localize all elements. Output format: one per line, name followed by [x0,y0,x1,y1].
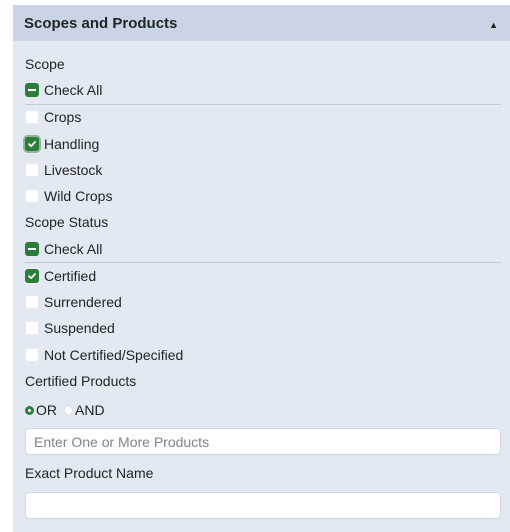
checked-checkbox-icon[interactable] [25,269,39,283]
scope-option-handling[interactable]: Handling [25,135,99,153]
check-all-label: Check All [44,241,103,257]
status-option-not-certified[interactable]: Not Certified/Specified [25,346,183,364]
checkbox[interactable] [25,295,39,309]
exact-product-name-label: Exact Product Name [25,465,154,481]
option-label: Not Certified/Specified [44,347,184,363]
status-option-surrendered[interactable]: Surrendered [25,293,122,311]
checked-checkbox-icon[interactable] [25,137,39,151]
panel-title: Scopes and Products [24,14,178,32]
checkbox[interactable] [25,189,39,203]
scope-status-check-all[interactable]: Check All [25,240,102,258]
certified-products-label: Certified Products [25,373,137,389]
indeterminate-checkbox-icon[interactable] [25,242,39,256]
check-all-label: Check All [44,82,103,98]
status-option-suspended[interactable]: Suspended [25,319,115,337]
radio-and[interactable] [64,405,73,415]
scope-option-livestock[interactable]: Livestock [25,161,102,179]
exact-product-name-input[interactable] [25,492,501,519]
match-mode-radio-group: OR AND [25,401,105,419]
products-input[interactable] [25,428,501,455]
radio-or-label[interactable]: OR [36,401,57,419]
scope-option-wild-crops[interactable]: Wild Crops [25,187,112,205]
scope-status-label: Scope Status [25,214,109,230]
indeterminate-checkbox-icon[interactable] [25,83,39,97]
option-label: Livestock [44,162,103,178]
scopes-products-panel: Scopes and Products ▲ Scope Check All Cr… [13,5,510,532]
radio-or[interactable] [25,405,34,415]
radio-and-label[interactable]: AND [75,401,105,419]
checkbox[interactable] [25,110,39,124]
checkbox[interactable] [25,321,39,335]
divider [25,262,501,263]
option-label: Certified [44,268,97,284]
scope-label: Scope [25,56,65,72]
checkbox[interactable] [25,348,39,362]
divider [25,104,501,105]
option-label: Suspended [44,320,115,336]
scope-check-all[interactable]: Check All [25,81,102,99]
option-label: Crops [44,109,82,125]
status-option-certified[interactable]: Certified [25,267,96,285]
option-label: Surrendered [44,294,122,310]
caret-up-icon[interactable]: ▲ [489,20,498,30]
scope-option-crops[interactable]: Crops [25,108,81,126]
option-label: Handling [44,136,100,152]
panel-header[interactable]: Scopes and Products ▲ [13,5,510,41]
option-label: Wild Crops [44,188,113,204]
checkbox[interactable] [25,163,39,177]
